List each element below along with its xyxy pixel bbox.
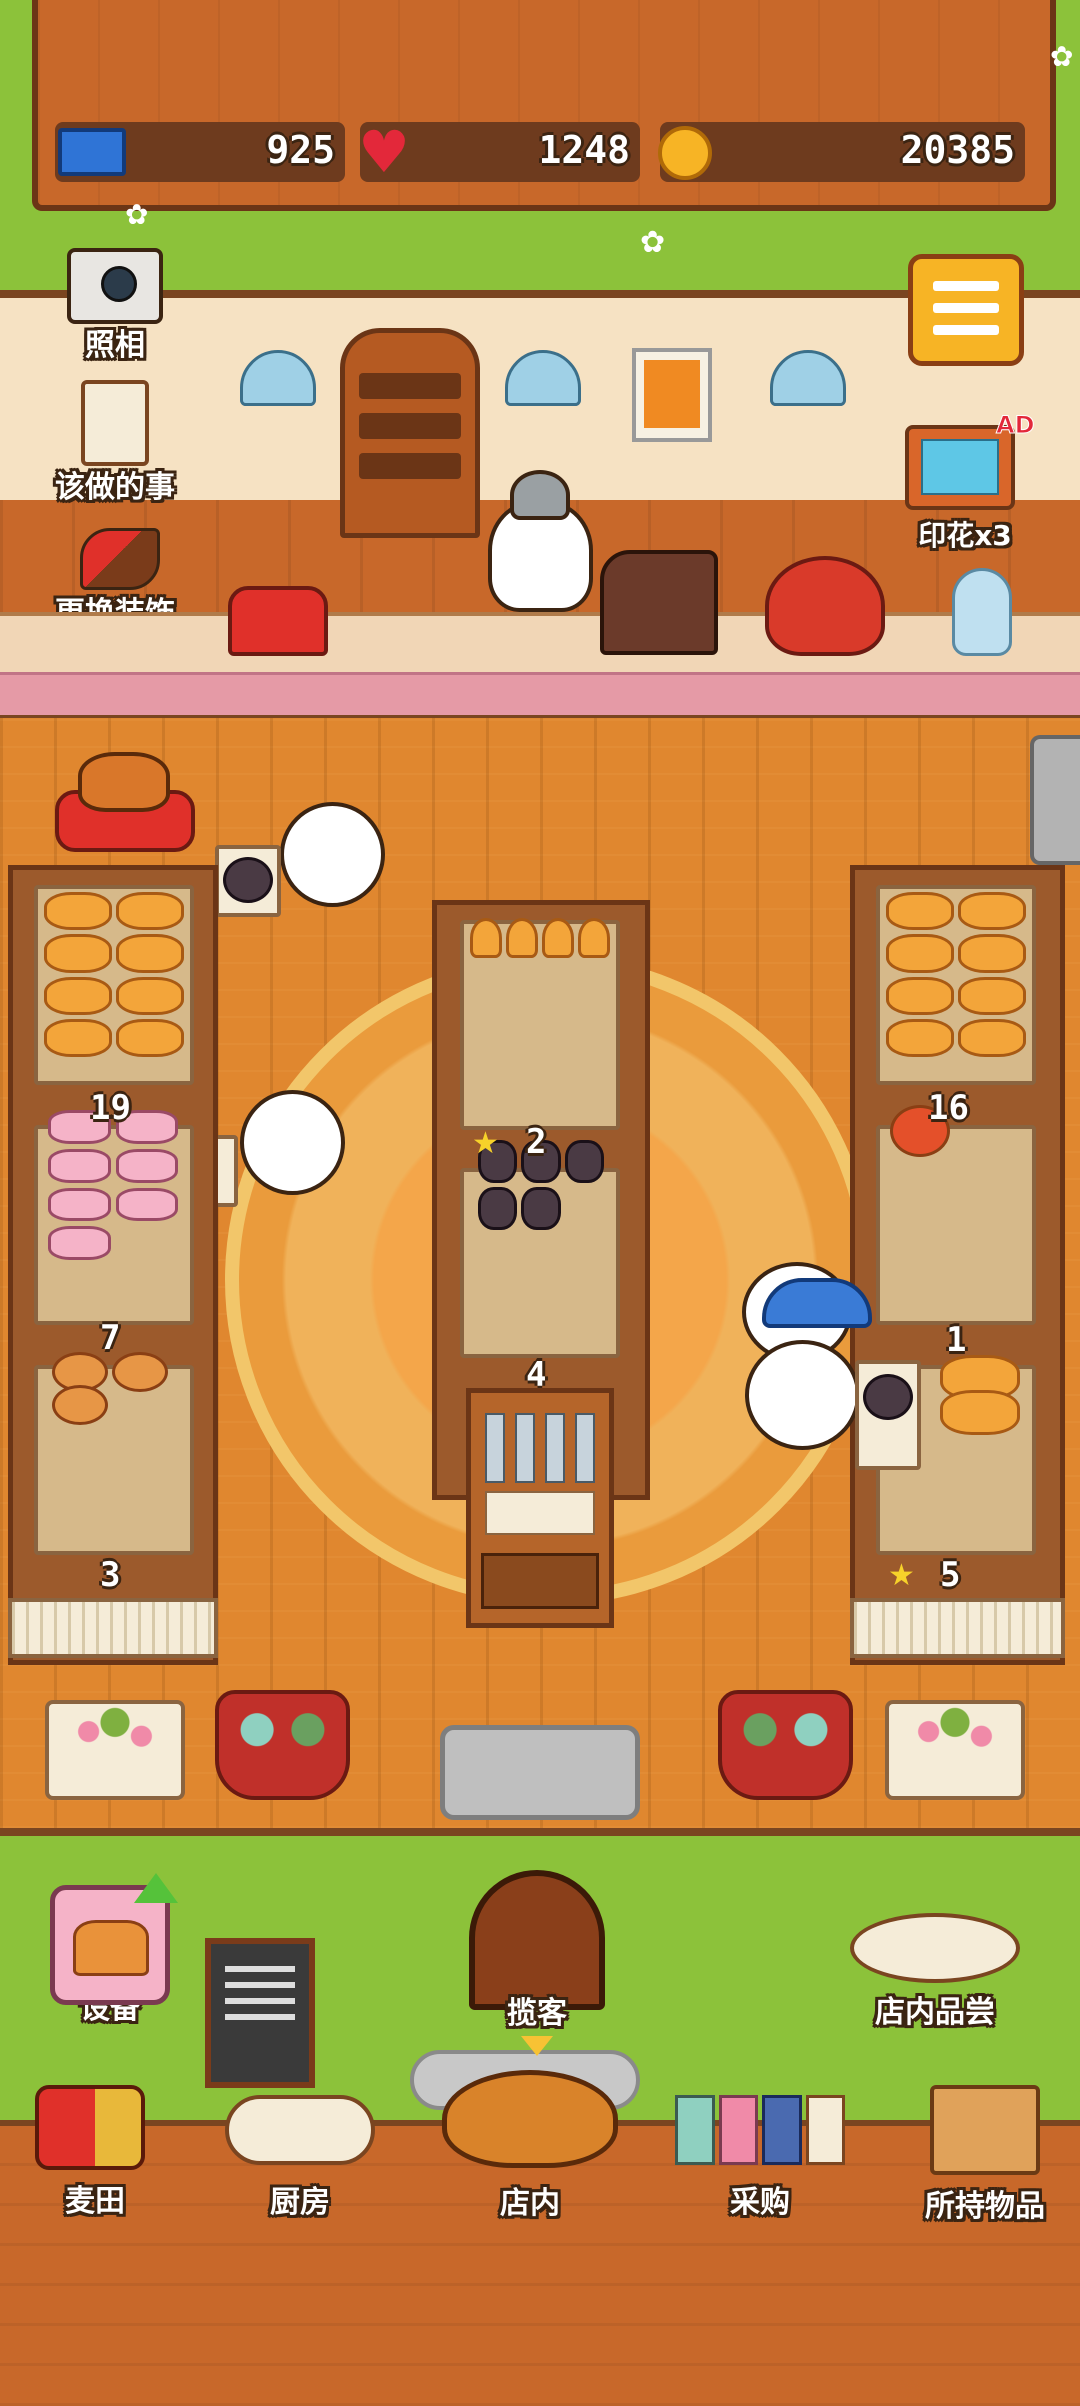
todo-label: 该做的事 [55,470,175,505]
bread-basket-icon [442,2070,618,2168]
hamburger-icon [933,281,999,291]
right-bottom-slot-count: 5 [940,1555,961,1595]
rolling-pin-icon [225,2095,375,2165]
stamp-ad-button[interactable]: AD 印花x3 [890,405,1040,555]
nav-field[interactable]: 麦田 [20,2085,170,2225]
tasting-label: 店内品尝 [875,1995,995,2030]
door-mat[interactable] [440,1725,640,1820]
stamp-label: 印花x3 [918,519,1012,552]
camera-icon [67,248,163,324]
upgrade-arrow-icon [134,1873,178,1903]
pointer-arrow-icon [521,2036,553,2056]
customer-cat[interactable] [745,1340,860,1450]
coin-count: 20385 [900,128,1015,172]
succulent-planter [718,1690,853,1800]
nav-kitchen[interactable]: 厨房 [215,2085,385,2225]
center-middle-count: 2 [526,1122,547,1162]
flower-planter [45,1700,185,1800]
bread-cabinet[interactable] [340,328,480,538]
tasting-button[interactable]: 店内品尝 [845,1895,1025,2035]
ticket-icon [58,128,126,176]
nav-purchase-label: 采购 [730,2185,790,2220]
left-middle-count: 19 [90,1088,131,1128]
bread-display [44,892,184,1057]
blue-cap-icon [762,1278,872,1328]
camera-button[interactable]: 照相 [60,248,170,363]
nav-items[interactable]: 所持物品 [900,2085,1070,2225]
pink-bread-display [48,1110,178,1260]
bread-display [886,892,1026,1057]
menu-chalkboard[interactable] [205,1938,315,2088]
left-bottom-slot-count: 3 [100,1555,121,1595]
heart-count: 1248 [538,128,630,172]
attract-customers-button[interactable]: 揽客 [462,1870,612,2056]
croissant-display [470,918,610,958]
cardboard-box-icon [930,2085,1040,2175]
ad-badge: AD [996,411,1035,440]
nav-purchase[interactable]: 采购 [670,2085,850,2225]
shop-counter [0,612,1080,676]
telephone-icon[interactable] [228,586,328,656]
nav-field-label: 麦田 [65,2184,125,2219]
shopkeeper-hat [510,470,570,520]
main-menu-button[interactable] [908,254,1024,366]
coin-icon [658,126,712,180]
tasting-plate-icon [850,1913,1020,1983]
counter-front [0,672,1080,721]
ticket-count: 925 [266,128,335,172]
flower-vase-icon [952,568,1012,656]
paint-brush-icon [80,528,160,590]
flower-icon: ✿ [1050,40,1074,73]
left-bottom-count: 7 [100,1318,121,1358]
right-door [1030,735,1080,865]
heart-icon: ♥ [358,118,410,186]
nav-kitchen-label: 厨房 [270,2185,330,2220]
customer-cat[interactable] [240,1090,345,1195]
nav-store-label: 店内 [500,2186,560,2221]
star-icon: ★ [472,1126,499,1161]
teapot-icon [765,556,885,656]
customer-cat[interactable] [280,802,385,907]
customer-tray [855,1360,921,1470]
camera-label: 照相 [85,328,145,363]
dog-icon[interactable] [78,752,170,812]
flower-icon: ✿ [125,198,149,231]
star-icon: ★ [888,1558,915,1593]
left-shelf-base [8,1598,218,1658]
donut [52,1385,108,1425]
clipboard-icon [81,380,149,466]
donut [112,1352,168,1392]
nav-items-label: 所持物品 [925,2189,1045,2224]
equipment-button[interactable]: 设备 [50,1873,180,2035]
right-bottom-count: 1 [946,1320,967,1360]
cash-register-icon[interactable] [600,550,718,655]
right-shelf-base [850,1598,1065,1658]
right-middle-count: 16 [928,1088,969,1128]
bun [940,1390,1020,1435]
attract-label: 揽客 [507,1996,567,2031]
flower-planter [885,1700,1025,1800]
wheat-bag-icon [35,2085,145,2170]
customer-tray [215,845,281,917]
wall-picture [632,348,712,442]
bread-basket-icon [50,1885,170,2005]
right-middle-tray[interactable] [876,1125,1036,1325]
succulent-planter [215,1690,350,1800]
grocery-shelf-icon [675,2095,845,2165]
nav-store[interactable]: 店内 [440,2070,620,2221]
utensil-stand[interactable] [466,1388,614,1628]
todo-button[interactable]: 该做的事 [30,380,200,505]
flower-icon: ✿ [640,225,666,260]
